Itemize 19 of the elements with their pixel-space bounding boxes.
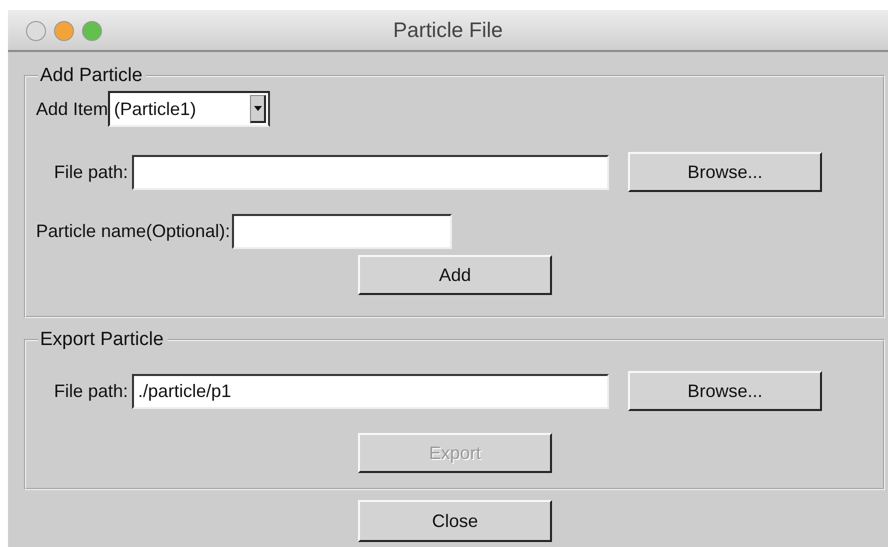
group-legend: Export Particle — [38, 330, 168, 349]
dropdown-arrow-icon — [254, 106, 262, 111]
particle-name-field[interactable] — [232, 214, 452, 249]
field-label: File path: — [54, 160, 128, 184]
group-legend: Add Particle — [38, 66, 146, 85]
file-path-field[interactable]: ./particle/p1 — [132, 374, 610, 408]
field-label: Add Item — [36, 98, 108, 120]
item-dropdown[interactable]: (Particle1) — [108, 91, 270, 127]
browse-button[interactable]: Browse... — [628, 152, 822, 192]
field-label: File path: — [54, 380, 128, 403]
window-control-icon[interactable] — [26, 21, 46, 41]
add-button[interactable]: Add — [358, 255, 552, 295]
browse-button[interactable]: Browse... — [628, 371, 822, 411]
close-button[interactable]: Close — [358, 500, 552, 542]
window-title: Particle File — [393, 18, 503, 44]
window-control-icon[interactable] — [82, 21, 102, 41]
field-label: Particle name(Optional): — [36, 220, 230, 243]
window-control-icon[interactable] — [54, 21, 74, 41]
file-path-field[interactable] — [132, 154, 610, 190]
